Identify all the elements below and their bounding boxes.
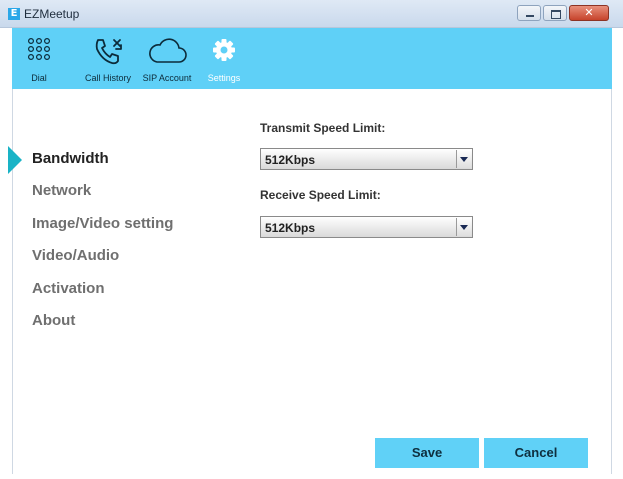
window-title: EZMeetup (24, 7, 80, 21)
toolbar-label: Dial (31, 73, 47, 83)
toolbar-label: Call History (84, 73, 131, 83)
app-window: E EZMeetup Dial (0, 0, 623, 479)
sidebar-item-about[interactable]: About (32, 312, 75, 329)
chevron-down-icon[interactable] (456, 150, 471, 168)
app-logo-icon: E (8, 8, 20, 20)
toolbar-label: SIP Account (142, 73, 192, 83)
title-bar[interactable]: E EZMeetup (0, 0, 623, 28)
sidebar-item-image-video-setting[interactable]: Image/Video setting (32, 215, 173, 232)
sidebar-item-network[interactable]: Network (32, 182, 91, 199)
gear-icon (203, 36, 245, 68)
transmit-speed-value: 512Kbps (265, 153, 316, 167)
sidebar-item-activation[interactable]: Activation (32, 280, 105, 297)
minimize-button[interactable] (517, 5, 541, 21)
cloud-icon (137, 36, 197, 68)
toolbar-label: Settings (207, 73, 241, 83)
transmit-speed-label: Transmit Speed Limit: (260, 121, 386, 135)
receive-speed-value: 512Kbps (265, 221, 316, 235)
toolbar-call-history[interactable]: Call History (76, 28, 140, 89)
sidebar-item-video-audio[interactable]: Video/Audio (32, 247, 119, 264)
phone-history-icon (76, 36, 140, 68)
close-button[interactable] (569, 5, 609, 21)
toolbar-sip-account[interactable]: SIP Account (137, 28, 197, 89)
save-button[interactable]: Save (375, 438, 479, 468)
receive-speed-select[interactable]: 512Kbps (260, 216, 473, 238)
toolbar-settings[interactable]: Settings (203, 28, 245, 97)
toolbar-dial[interactable]: Dial (26, 28, 52, 89)
receive-speed-label: Receive Speed Limit: (260, 188, 381, 202)
active-item-marker-icon (8, 146, 22, 174)
cancel-button[interactable]: Cancel (484, 438, 588, 468)
transmit-speed-select[interactable]: 512Kbps (260, 148, 473, 170)
main-toolbar: Dial Call History SIP Account Settings (12, 28, 612, 97)
dial-grid-icon (26, 36, 52, 68)
chevron-down-icon[interactable] (456, 218, 471, 236)
maximize-button[interactable] (543, 5, 567, 21)
sidebar-item-bandwidth[interactable]: Bandwidth (32, 150, 109, 167)
window-controls (517, 5, 609, 21)
